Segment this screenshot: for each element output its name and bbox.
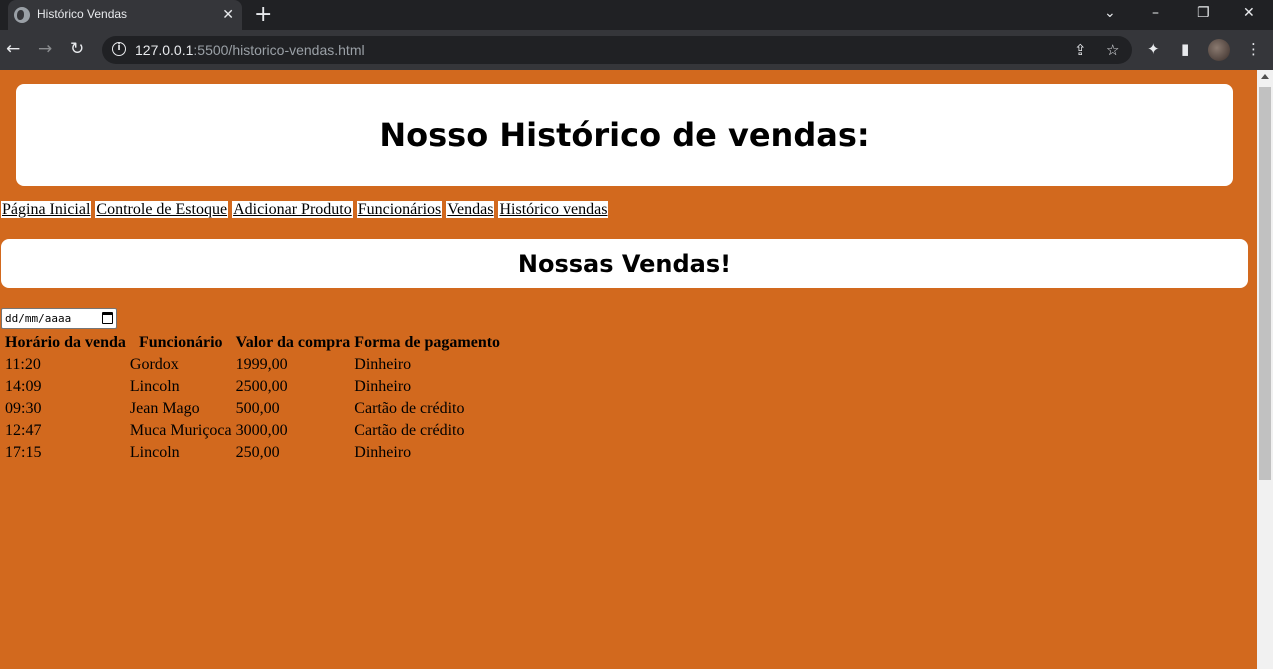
header-panel: Nosso Histórico de vendas: [16, 84, 1233, 186]
nav-link-historico-vendas[interactable]: Histórico vendas [498, 201, 609, 218]
globe-icon [14, 7, 30, 23]
tab-bar: Histórico Vendas ✕ + ⌄ – ❐ ✕ [0, 0, 1273, 30]
table-cell: Lincoln [129, 378, 180, 395]
nav-link-vendas[interactable]: Vendas [446, 201, 495, 218]
forward-button[interactable]: → [38, 38, 52, 60]
nav-link-adicionar-produto[interactable]: Adicionar Produto [232, 201, 353, 218]
bookmark-star-icon[interactable]: ☆ [1106, 40, 1119, 60]
table-cell: 3000,00 [235, 422, 288, 439]
column-header: Horário da venda [5, 334, 126, 351]
menu-icon[interactable]: ⋮ [1246, 39, 1261, 59]
side-panel-icon[interactable]: ▮ [1181, 39, 1189, 59]
scrollbar-thumb[interactable] [1259, 87, 1271, 480]
date-filter-input[interactable]: dd/mm/aaaa [1, 308, 117, 329]
table-row: 09:30 Jean Mago 500,00 Cartão de crédito [4, 399, 501, 419]
column-header: Forma de pagamento [354, 334, 501, 351]
table-cell: 2500,00 [235, 378, 288, 395]
page-content: Nosso Histórico de vendas: Página Inicia… [0, 70, 1257, 669]
nav-link-pagina-inicial[interactable]: Página Inicial [1, 201, 92, 218]
url-path: :5500/historico-vendas.html [193, 42, 365, 58]
table-cell: Cartão de crédito [354, 400, 465, 417]
minimize-button[interactable]: – [1152, 4, 1159, 22]
back-button[interactable]: ← [6, 38, 20, 60]
table-cell: Dinheiro [354, 378, 412, 395]
browser-tab[interactable]: Histórico Vendas ✕ [8, 0, 242, 30]
url-text[interactable]: 127.0.0.1:5500/historico-vendas.html [135, 42, 365, 58]
section-title: Nossas Vendas! [517, 249, 732, 278]
table-cell: 250,00 [235, 444, 280, 461]
table-cell: Dinheiro [354, 356, 412, 373]
page-title: Nosso Histórico de vendas: [379, 116, 870, 154]
section-panel: Nossas Vendas! [1, 239, 1248, 288]
restore-button[interactable]: ❐ [1197, 4, 1210, 22]
nav-link-controle-estoque[interactable]: Controle de Estoque [95, 201, 229, 218]
nav-menu: Página Inicial Controle de Estoque Adici… [1, 200, 609, 219]
close-window-button[interactable]: ✕ [1243, 4, 1255, 22]
table-cell: 1999,00 [235, 356, 288, 373]
table-cell: Gordox [129, 356, 179, 373]
extensions-icon[interactable]: ✦ [1147, 39, 1160, 59]
tab-search-chevron-icon[interactable]: ⌄ [1104, 4, 1116, 22]
table-cell: 12:47 [5, 422, 42, 439]
url-host: 127.0.0.1 [135, 42, 194, 58]
close-tab-icon[interactable]: ✕ [222, 5, 234, 25]
reload-button[interactable]: ↻ [70, 38, 84, 60]
scroll-up-arrow-icon[interactable] [1261, 74, 1269, 79]
table-cell: 11:20 [5, 356, 41, 373]
table-cell: Dinheiro [354, 444, 412, 461]
table-cell: Muca Muriçoca [129, 422, 232, 439]
share-icon[interactable]: ⇪ [1074, 40, 1087, 60]
table-cell: 09:30 [5, 400, 42, 417]
new-tab-button[interactable]: + [254, 2, 272, 28]
browser-toolbar: ← → ↻ i 127.0.0.1:5500/historico-vendas.… [0, 30, 1273, 70]
info-icon[interactable]: i [112, 42, 126, 56]
table-cell: 17:15 [5, 444, 42, 461]
table-cell: 500,00 [235, 400, 280, 417]
sales-table: Horário da venda Funcionário Valor da co… [2, 331, 503, 465]
table-cell: Jean Mago [129, 400, 200, 417]
address-bar[interactable]: i 127.0.0.1:5500/historico-vendas.html ⇪… [102, 36, 1132, 64]
table-cell: 14:09 [5, 378, 42, 395]
table-cell: Lincoln [129, 444, 180, 461]
page-scrollbar[interactable] [1257, 70, 1273, 669]
calendar-icon[interactable] [102, 312, 113, 324]
table-row: 12:47 Muca Muriçoca 3000,00 Cartão de cr… [4, 421, 501, 441]
column-header: Funcionário [138, 334, 223, 351]
date-placeholder: dd/mm/aaaa [5, 312, 72, 325]
nav-link-funcionarios[interactable]: Funcionários [356, 201, 443, 218]
table-header-row: Horário da venda Funcionário Valor da co… [4, 333, 501, 353]
column-header: Valor da compra [235, 334, 351, 351]
table-row: 17:15 Lincoln 250,00 Dinheiro [4, 443, 501, 463]
table-cell: Cartão de crédito [354, 422, 465, 439]
table-row: 11:20 Gordox 1999,00 Dinheiro [4, 355, 501, 375]
profile-avatar[interactable] [1208, 39, 1230, 61]
table-row: 14:09 Lincoln 2500,00 Dinheiro [4, 377, 501, 397]
tab-title: Histórico Vendas [37, 7, 128, 21]
